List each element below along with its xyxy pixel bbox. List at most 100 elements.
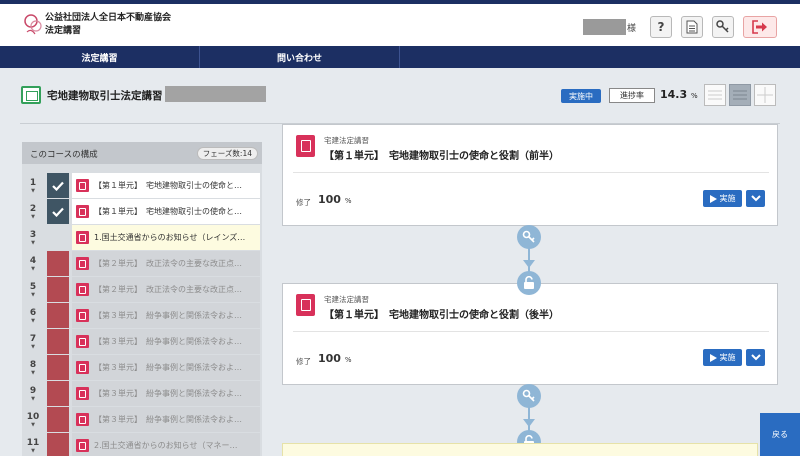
phase-item[interactable]: 【第１単元】 宅地建物取引士の使命と… <box>72 199 260 224</box>
phase-row[interactable]: 10 ▼ 【第３単元】 紛争事例と関係法令およ… <box>22 407 262 432</box>
phase-title: 【第３単元】 紛争事例と関係法令およ… <box>94 363 242 372</box>
phase-number: 6 ▼ <box>22 303 44 328</box>
phase-item[interactable]: 【第２単元】 改正法令の主要な改正点… <box>72 251 260 276</box>
phase-row[interactable]: 4 ▼ 【第２単元】 改正法令の主要な改正点… <box>22 251 262 276</box>
phase-number: 1 ▼ <box>22 173 44 198</box>
phase-title: 【第１単元】 宅地建物取引士の使命と… <box>94 181 242 190</box>
locked-status <box>47 407 69 432</box>
down-arrow-icon: ▼ <box>31 448 35 454</box>
phase-item[interactable]: 【第３単元】 紛争事例と関係法令およ… <box>72 303 260 328</box>
grid-view-icon <box>757 87 773 103</box>
content-icon <box>296 294 315 316</box>
phase-card: 宅建法定講習 【第１単元】 宅地建物取引士の使命と役割（前半） 修了 100 % 実施 <box>282 124 778 226</box>
content-icon <box>76 205 89 218</box>
phase-title: 1.国土交通省からのお知らせ（レインズ… <box>94 233 246 242</box>
content-icon <box>76 361 89 374</box>
progress-value: 14.3 % <box>660 88 698 101</box>
phase-number: 8 ▼ <box>22 355 44 380</box>
content-icon <box>76 413 89 426</box>
locked-status <box>47 329 69 354</box>
phase-number: 5 ▼ <box>22 277 44 302</box>
course-title-redacted <box>165 86 266 102</box>
key-circle <box>517 225 541 249</box>
course-icon <box>21 86 41 104</box>
locked-status <box>47 433 69 456</box>
chevron-down-icon <box>750 195 761 202</box>
phase-count-badge: フェーズ数:14 <box>196 147 258 160</box>
dropdown-button[interactable] <box>746 190 765 207</box>
dropdown-button[interactable] <box>746 349 765 366</box>
phase-item[interactable]: 1.国土交通省からのお知らせ（レインズ… <box>72 225 260 250</box>
panel-title: このコースの構成 <box>30 150 98 160</box>
phase-item[interactable]: 2.国土交通省からのお知らせ（マネー… <box>72 433 260 456</box>
progress-label: 進捗率 <box>609 88 655 103</box>
phase-title: 【第３単元】 紛争事例と関係法令およ… <box>94 311 242 320</box>
view-list-button[interactable] <box>704 84 726 106</box>
check-icon <box>52 181 64 191</box>
phase-row[interactable]: 8 ▼ 【第３単元】 紛争事例と関係法令およ… <box>22 355 262 380</box>
help-button[interactable]: ? <box>650 16 672 38</box>
phase-row[interactable]: 7 ▼ 【第３単元】 紛争事例と関係法令およ… <box>22 329 262 354</box>
phase-number: 9 ▼ <box>22 381 44 406</box>
phase-row[interactable]: 11 ▼ 2.国土交通省からのお知らせ（マネー… <box>22 433 262 456</box>
nav-item-course[interactable]: 法定講習 <box>0 46 200 68</box>
content-icon <box>76 283 89 296</box>
card-subtitle: 宅建法定講習 <box>324 136 369 145</box>
down-arrow-icon: ▼ <box>31 266 35 272</box>
down-arrow-icon: ▼ <box>31 396 35 402</box>
back-button[interactable]: 戻る <box>760 413 800 456</box>
key-button[interactable] <box>712 16 734 38</box>
chevron-down-icon <box>750 354 761 361</box>
phase-row[interactable]: 6 ▼ 【第３単元】 紛争事例と関係法令およ… <box>22 303 262 328</box>
document-button[interactable] <box>681 16 703 38</box>
card-divider <box>293 172 769 173</box>
document-icon <box>686 20 698 34</box>
nav-empty <box>400 46 800 68</box>
association-logo <box>22 12 46 38</box>
course-titlebar: 宅地建物取引士法定講習 実施中 進捗率 14.3 % <box>0 68 800 118</box>
phase-item[interactable]: 【第３単元】 紛争事例と関係法令およ… <box>72 407 260 432</box>
locked-status <box>47 355 69 380</box>
phase-item[interactable]: 【第２単元】 改正法令の主要な改正点… <box>72 277 260 302</box>
key-icon <box>522 230 535 243</box>
down-arrow-icon: ▼ <box>31 214 35 220</box>
org-title: 公益社団法人全日本不動産協会 法定講習 <box>45 12 171 38</box>
nav-item-contact[interactable]: 問い合わせ <box>200 46 400 68</box>
completed-status <box>47 173 69 198</box>
org-name: 公益社団法人全日本不動産協会 <box>45 13 172 23</box>
phase-item[interactable]: 【第１単元】 宅地建物取引士の使命と… <box>72 173 260 198</box>
logout-button[interactable] <box>743 16 777 38</box>
phase-row[interactable]: 9 ▼ 【第３単元】 紛争事例と関係法令およ… <box>22 381 262 406</box>
run-button[interactable]: 実施 <box>703 190 742 207</box>
status-badge: 実施中 <box>561 89 601 103</box>
phase-row[interactable]: 2 ▼ 【第１単元】 宅地建物取引士の使命と… <box>22 199 262 224</box>
run-button[interactable]: 実施 <box>703 349 742 366</box>
phase-title: 【第２単元】 改正法令の主要な改正点… <box>94 285 242 294</box>
view-grid-button[interactable] <box>754 84 776 106</box>
phase-item[interactable]: 【第３単元】 紛争事例と関係法令およ… <box>72 329 260 354</box>
content-icon <box>76 439 89 452</box>
down-arrow-icon: ▼ <box>31 422 35 428</box>
phase-row[interactable]: 3 ▼ 1.国土交通省からのお知らせ（レインズ… <box>22 225 262 250</box>
header: 公益社団法人全日本不動産協会 法定講習 様 ? <box>0 4 800 46</box>
phase-row[interactable]: 5 ▼ 【第２単元】 改正法令の主要な改正点… <box>22 277 262 302</box>
next-card-partial <box>282 443 758 456</box>
logout-icon <box>752 20 767 34</box>
phase-number: 7 ▼ <box>22 329 44 354</box>
down-arrow-icon: ▼ <box>31 318 35 324</box>
completed-status <box>47 199 69 224</box>
phase-item[interactable]: 【第３単元】 紛争事例と関係法令およ… <box>72 381 260 406</box>
phase-number: 10 ▼ <box>22 407 44 432</box>
phase-title: 2.国土交通省からのお知らせ（マネー… <box>94 441 238 450</box>
unlock-circle <box>517 271 541 295</box>
phase-title: 【第３単元】 紛争事例と関係法令およ… <box>94 389 242 398</box>
content-icon <box>76 309 89 322</box>
view-detail-button[interactable] <box>729 84 751 106</box>
card-subtitle: 宅建法定講習 <box>324 295 369 304</box>
phase-card: 宅建法定講習 【第１単元】 宅地建物取引士の使命と役割（後半） 修了 100 % 実施 <box>282 283 778 385</box>
help-icon: ? <box>657 20 665 34</box>
play-icon <box>709 353 717 362</box>
content-icon <box>296 135 315 157</box>
phase-row[interactable]: 1 ▼ 【第１単元】 宅地建物取引士の使命と… <box>22 173 262 198</box>
phase-item[interactable]: 【第３単元】 紛争事例と関係法令およ… <box>72 355 260 380</box>
